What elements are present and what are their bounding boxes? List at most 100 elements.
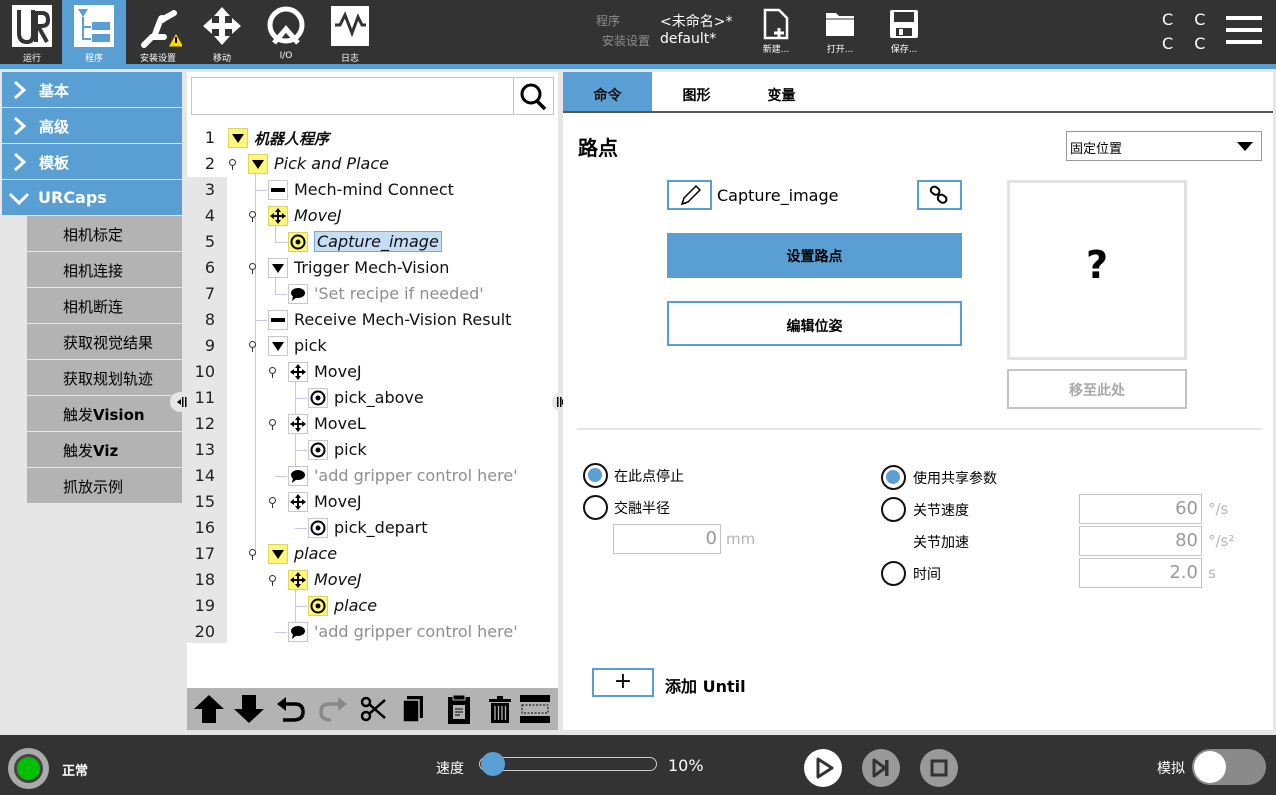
urcap-item-label: 获取视觉结果 — [63, 334, 154, 352]
nav-tab-run[interactable]: 运行 — [0, 0, 64, 64]
tree-row[interactable]: 9 pick — [187, 333, 558, 359]
speed-slider-track[interactable] — [479, 757, 657, 771]
paste-button[interactable] — [441, 692, 477, 726]
tree-row[interactable]: 11 pick_above — [187, 385, 558, 411]
tree-pin-icon[interactable] — [249, 263, 256, 274]
play-button[interactable] — [804, 749, 842, 787]
category-label: 基本 — [39, 82, 70, 100]
line-number: 4 — [204, 206, 215, 225]
nav-tab-move[interactable]: 移动 — [190, 0, 254, 64]
category-advanced[interactable]: 高级 — [2, 108, 182, 143]
line-number: 17 — [194, 544, 215, 563]
joint-speed-radio[interactable] — [881, 497, 906, 522]
tree-row[interactable]: 16 pick_depart — [187, 515, 558, 541]
speed-label: 速度 — [436, 761, 464, 777]
tree-row[interactable]: 10 MoveJ — [187, 359, 558, 385]
open-program-button[interactable]: 打开... — [810, 0, 870, 64]
tree-pin-icon[interactable] — [269, 367, 276, 378]
joint-speed-input[interactable]: 60 — [1079, 494, 1202, 524]
tree-row[interactable]: 1 机器人程序 — [187, 125, 558, 151]
tree-pin-icon[interactable] — [269, 575, 276, 586]
blend-radius-radio[interactable] — [583, 495, 608, 520]
new-program-button[interactable]: 新建... — [746, 0, 806, 64]
category-urcaps[interactable]: URCaps — [2, 180, 182, 215]
tree-row[interactable]: 13 pick — [187, 437, 558, 463]
delete-button[interactable] — [483, 692, 519, 726]
blend-radius-input[interactable]: 0 — [613, 524, 721, 554]
urcap-item-get-vision-result[interactable]: 获取视觉结果 — [27, 324, 182, 359]
move-arrows-icon — [288, 414, 308, 434]
tree-node-label: MoveJ — [314, 362, 362, 381]
time-radio[interactable] — [881, 561, 906, 586]
move-here-button[interactable]: 移至此处 — [1007, 369, 1187, 409]
search-button[interactable] — [513, 78, 553, 114]
tree-pin-icon[interactable] — [229, 159, 236, 170]
tree-row[interactable]: 7 'Set recipe if needed' — [187, 281, 558, 307]
urcap-item-camera-disconnect[interactable]: 相机断连 — [27, 288, 182, 323]
urcap-item-get-planned-path[interactable]: 获取规划轨迹 — [27, 360, 182, 395]
tree-row[interactable]: 17 place — [187, 541, 558, 567]
stop-at-point-radio[interactable] — [583, 463, 608, 488]
simulation-toggle[interactable] — [1192, 749, 1266, 785]
move-down-button[interactable] — [231, 692, 267, 726]
tree-pin-icon[interactable] — [269, 419, 276, 430]
tree-pin-icon[interactable] — [249, 341, 256, 352]
tree-row[interactable]: 19 place — [187, 593, 558, 619]
hamburger-menu-icon[interactable] — [1226, 14, 1264, 48]
save-program-button[interactable]: 保存... — [874, 0, 934, 64]
urcap-item-trigger-viz[interactable]: 触发Viz — [27, 432, 182, 467]
tree-pin-icon[interactable] — [249, 211, 256, 222]
nav-tab-log[interactable]: 日志 — [318, 0, 382, 64]
edit-pose-button[interactable]: 编辑位姿 — [667, 301, 962, 346]
tree-row[interactable]: 3 Mech-mind Connect — [187, 177, 558, 203]
robot-status-indicator[interactable] — [8, 748, 49, 789]
command-panel: 命令 图形 变量 路点 固定位置 Capture_image 设置路点 编辑位姿… — [563, 72, 1273, 730]
tree-row[interactable]: 8 Receive Mech-Vision Result — [187, 307, 558, 333]
use-shared-params-radio[interactable] — [881, 465, 906, 490]
cut-button[interactable] — [357, 692, 393, 726]
speed-slider-handle[interactable] — [481, 752, 505, 776]
tab-graphics[interactable]: 图形 — [652, 72, 741, 111]
rename-waypoint-button[interactable] — [667, 180, 712, 210]
position-type-select[interactable]: 固定位置 — [1066, 131, 1262, 161]
line-number: 12 — [194, 414, 215, 433]
set-waypoint-button[interactable]: 设置路点 — [667, 233, 962, 278]
tab-variables[interactable]: 变量 — [737, 72, 826, 111]
step-button[interactable] — [862, 749, 900, 787]
suppress-button[interactable] — [517, 692, 553, 726]
urcap-item-camera-connect[interactable]: 相机连接 — [27, 252, 182, 287]
tree-row[interactable]: 20 'add gripper control here' — [187, 619, 558, 645]
joint-accel-input[interactable]: 80 — [1079, 526, 1202, 556]
category-templates[interactable]: 模板 — [2, 144, 182, 179]
add-until-button[interactable]: + — [592, 668, 654, 697]
nav-tab-installation[interactable]: 安装设置 — [126, 0, 190, 64]
tree-row[interactable]: 12 MoveL — [187, 411, 558, 437]
link-waypoint-button[interactable] — [917, 180, 962, 210]
nav-tab-program[interactable]: 程序 — [62, 0, 126, 64]
copy-button[interactable] — [399, 692, 435, 726]
tree-row[interactable]: 18 MoveJ — [187, 567, 558, 593]
tree-node-label: pick — [294, 336, 327, 355]
nav-tab-label: I/O — [279, 51, 293, 61]
urcap-item-camera-calibration[interactable]: 相机标定 — [27, 216, 182, 251]
tree-row[interactable]: 4 MoveJ — [187, 203, 558, 229]
tree-pin-icon[interactable] — [249, 549, 256, 560]
tree-search-input[interactable] — [191, 77, 554, 115]
time-input[interactable]: 2.0 — [1079, 558, 1202, 588]
redo-button[interactable] — [315, 692, 351, 726]
tree-row[interactable]: 14 'add gripper control here' — [187, 463, 558, 489]
top-bar: 运行 程序 安装设置 移动 I/O 日志 程序 <未命名>* 安装设置 defa… — [0, 0, 1276, 64]
nav-tab-io[interactable]: I/O — [254, 0, 318, 64]
urcap-item-pick-place-example[interactable]: 抓放示例 — [27, 468, 182, 503]
tree-row[interactable]: 5 Capture_image — [187, 229, 558, 255]
tree-row[interactable]: 6 Trigger Mech-Vision — [187, 255, 558, 281]
tab-command[interactable]: 命令 — [563, 72, 652, 111]
move-up-button[interactable] — [191, 692, 227, 726]
undo-button[interactable] — [273, 692, 309, 726]
stop-button[interactable] — [920, 749, 958, 787]
tree-pin-icon[interactable] — [269, 497, 276, 508]
tree-row[interactable]: 15 MoveJ — [187, 489, 558, 515]
tree-row[interactable]: 2 Pick and Place — [187, 151, 558, 177]
category-basic[interactable]: 基本 — [2, 72, 182, 107]
urcap-item-trigger-vision[interactable]: 触发Vision — [27, 396, 182, 431]
